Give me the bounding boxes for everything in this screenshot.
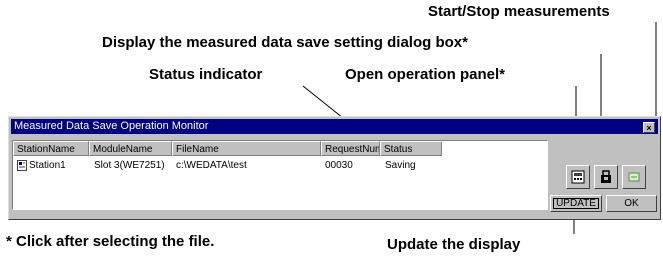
column-station-name[interactable]: StationName [13,141,89,156]
start-stop-button[interactable] [622,165,646,189]
cell-module-name: Slot 3(WE7251) [94,160,165,171]
column-status[interactable]: Status [380,141,442,156]
station-file-icon [17,160,27,171]
operation-panel-button[interactable] [566,165,590,189]
operation-panel-icon [571,170,585,184]
save-monitor-window: Measured Data Save Operation Monitor × S… [8,116,661,220]
window-title: Measured Data Save Operation Monitor [14,120,209,132]
list-header: StationName ModuleName FileName RequestN… [13,141,547,156]
cell-request-num: 00030 [325,160,353,171]
window-titlebar: Measured Data Save Operation Monitor × [11,119,658,134]
start-stop-icon [628,172,640,182]
update-button[interactable]: UPDATE [550,195,602,212]
operation-list[interactable]: StationName ModuleName FileName RequestN… [12,140,548,210]
cell-file-name: c:\WEDATA\test [176,160,247,171]
column-file-name[interactable]: FileName [172,141,321,156]
cell-status: Saving [385,160,416,171]
ok-button[interactable]: OK [606,195,657,212]
cell-station-name: Station1 [29,160,66,171]
close-button[interactable]: × [643,122,655,133]
column-request-num[interactable]: RequestNum [321,141,380,156]
column-module-name[interactable]: ModuleName [89,141,172,156]
save-setting-icon [601,170,611,183]
save-setting-button[interactable] [594,165,618,189]
